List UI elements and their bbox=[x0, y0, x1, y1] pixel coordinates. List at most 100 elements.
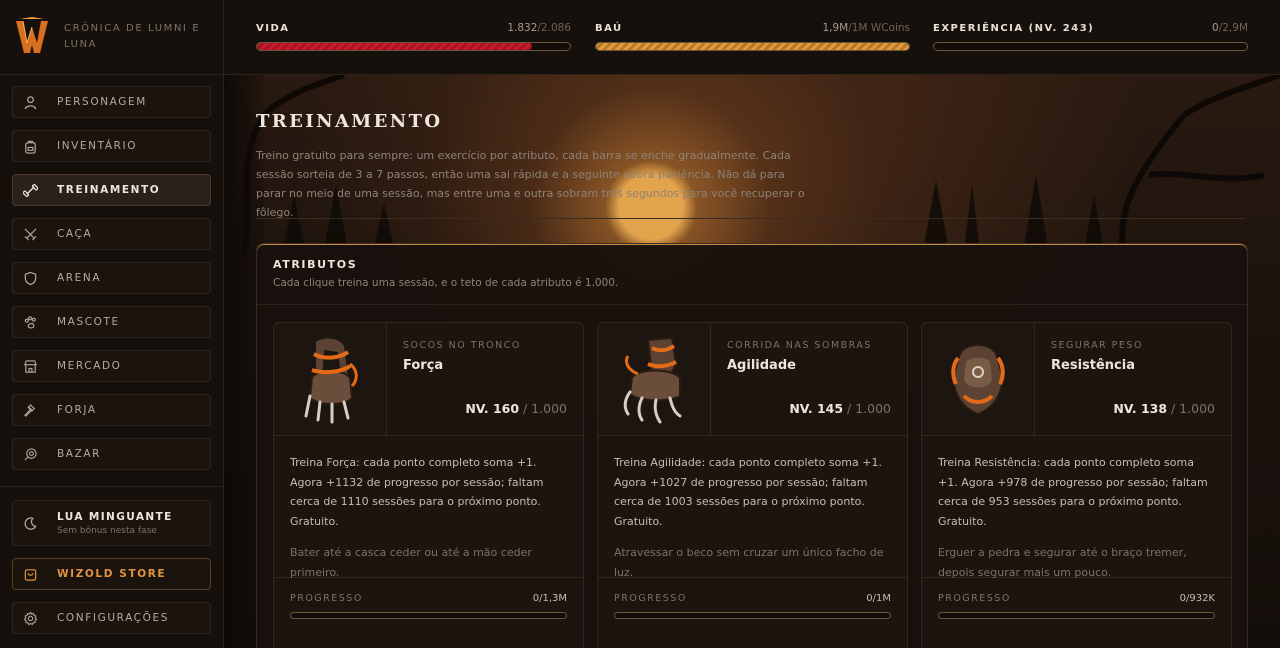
chest-max: /1M WCoins bbox=[848, 22, 910, 34]
card-image bbox=[922, 323, 1035, 435]
card-flavor: Erguer a pedra e segurar até o braço tre… bbox=[938, 546, 1187, 579]
stats-bar: VIDA 1.832/2.086 BAÚ 1,9M/1M WCoins EXPE… bbox=[224, 0, 1280, 75]
store-icon bbox=[23, 359, 38, 374]
sidebar-item-label: Caça bbox=[57, 228, 93, 240]
health-max: /2.086 bbox=[537, 22, 571, 34]
store-label: Wizold Store bbox=[57, 568, 167, 580]
xp-label: EXPERIÊNCIA (NV. 243) bbox=[933, 23, 1095, 34]
card-image bbox=[274, 323, 387, 435]
card-flavor: Atravessar o beco sem cruzar um único fa… bbox=[614, 546, 884, 579]
chest-current: 1,9M bbox=[822, 22, 849, 34]
moon-title: Lua minguante bbox=[57, 510, 173, 523]
sidebar-item-inventario[interactable]: Inventário bbox=[12, 130, 211, 162]
health-bar bbox=[256, 42, 571, 51]
wizold-logo-icon[interactable] bbox=[14, 17, 50, 57]
moon-icon bbox=[23, 516, 38, 531]
level-current: NV. 138 bbox=[1113, 401, 1168, 416]
header-divider bbox=[256, 218, 1246, 219]
chest-stat: BAÚ 1,9M/1M WCoins bbox=[595, 22, 910, 51]
user-icon bbox=[23, 95, 38, 110]
sidebar-item-label: Mascote bbox=[57, 316, 120, 328]
sidebar-item-label: Forja bbox=[57, 404, 97, 416]
card-level: NV. 138 / 1.000 bbox=[1113, 401, 1215, 416]
sidebar-item-caca[interactable]: Caça bbox=[12, 218, 211, 250]
sidebar-item-bazar[interactable]: Bazar bbox=[12, 438, 211, 470]
attribute-card-resistencia[interactable]: Segurar peso Resistência NV. 138 / 1.000… bbox=[921, 322, 1232, 648]
sidebar-bottom: Lua minguante Sem bônus nesta fase Wizol… bbox=[12, 500, 211, 646]
card-description: Treina Agilidade: cada ponto completo so… bbox=[614, 456, 882, 528]
chest-bar bbox=[595, 42, 910, 51]
level-current: NV. 145 bbox=[789, 401, 844, 416]
dumbbell-icon bbox=[23, 183, 38, 198]
attribute-card-agilidade[interactable]: Corrida nas sombras Agilidade NV. 145 / … bbox=[597, 322, 908, 648]
sidebar-item-label: Personagem bbox=[57, 96, 147, 108]
page-description: Treino gratuito para sempre: um exercíci… bbox=[256, 149, 805, 219]
sidebar-item-arena[interactable]: Arena bbox=[12, 262, 211, 294]
moon-text: Lua minguante Sem bônus nesta fase bbox=[57, 511, 173, 536]
moon-phase[interactable]: Lua minguante Sem bônus nesta fase bbox=[12, 500, 211, 546]
hammer-icon bbox=[23, 403, 38, 418]
chest-bar-fill bbox=[596, 43, 909, 50]
card-flavor: Bater até a casca ceder ou até a mão ced… bbox=[290, 546, 532, 579]
shopping-bag-icon bbox=[23, 567, 38, 582]
card-description: Treina Resistência: cada ponto completo … bbox=[938, 456, 1208, 528]
panel-header: ATRIBUTOS Cada clique treina uma sessão,… bbox=[257, 244, 1247, 305]
xp-bar bbox=[933, 42, 1248, 51]
health-bar-fill bbox=[257, 43, 532, 50]
card-level: NV. 145 / 1.000 bbox=[789, 401, 891, 416]
level-max: / 1.000 bbox=[843, 401, 891, 416]
paw-icon bbox=[23, 315, 38, 330]
sidebar-item-mascote[interactable]: Mascote bbox=[12, 306, 211, 338]
card-kicker: Socos no tronco bbox=[403, 340, 521, 351]
sidebar-item-mercado[interactable]: Mercado bbox=[12, 350, 211, 382]
sidebar-item-label: Mercado bbox=[57, 360, 122, 372]
xp-current: 0 bbox=[1212, 22, 1219, 34]
health-value: 1.832/2.086 bbox=[507, 22, 571, 34]
xp-max: /2,9M bbox=[1218, 22, 1248, 34]
backpack-icon bbox=[23, 139, 38, 154]
card-description: Treina Força: cada ponto completo soma +… bbox=[290, 456, 544, 528]
health-current: 1.832 bbox=[507, 22, 538, 34]
sidebar-item-label: Arena bbox=[57, 272, 102, 284]
page-title: TREINAMENTO bbox=[256, 111, 443, 132]
settings-label: Configurações bbox=[57, 612, 169, 624]
attributes-panel: ATRIBUTOS Cada clique treina uma sessão,… bbox=[256, 243, 1248, 648]
card-kicker: Corrida nas sombras bbox=[727, 340, 872, 351]
progress-bar bbox=[614, 612, 891, 619]
progress-label: PROGRESSO bbox=[938, 593, 1011, 604]
wizold-store-button[interactable]: Wizold Store bbox=[12, 558, 211, 590]
sidebar-item-personagem[interactable]: Personagem bbox=[12, 86, 211, 118]
progress-bar bbox=[290, 612, 567, 619]
progress-value: 0/1,3M bbox=[532, 593, 567, 604]
brand: Crônica de Lumni e Luna bbox=[0, 0, 223, 75]
panel-subtitle: Cada clique treina uma sessão, e o teto … bbox=[273, 277, 619, 289]
xp-value: 0/2,9M bbox=[1212, 22, 1248, 34]
gauntlet-icon bbox=[304, 338, 358, 424]
sidebar: Crônica de Lumni e Luna Personagem Inven… bbox=[0, 0, 224, 648]
chest-value: 1,9M/1M WCoins bbox=[822, 22, 910, 34]
brand-title: Crônica de Lumni e Luna bbox=[64, 23, 201, 50]
main-content: TREINAMENTO Treino gratuito para sempre:… bbox=[224, 75, 1280, 648]
sidebar-item-label: Inventário bbox=[57, 140, 138, 152]
sidebar-item-label: Bazar bbox=[57, 448, 102, 460]
page-header: TREINAMENTO Treino gratuito para sempre:… bbox=[256, 111, 1246, 222]
armor-icon bbox=[951, 344, 1005, 416]
coin-tag-icon bbox=[23, 447, 38, 462]
moon-subtitle: Sem bônus nesta fase bbox=[57, 525, 157, 536]
xp-stat: EXPERIÊNCIA (NV. 243) 0/2,9M bbox=[933, 22, 1248, 51]
card-level: NV. 160 / 1.000 bbox=[465, 401, 567, 416]
card-name: Agilidade bbox=[727, 358, 796, 373]
sidebar-item-forja[interactable]: Forja bbox=[12, 394, 211, 426]
settings-button[interactable]: Configurações bbox=[12, 602, 211, 634]
shield-icon bbox=[23, 271, 38, 286]
health-label: VIDA bbox=[256, 23, 290, 34]
sidebar-nav: Personagem Inventário Treinamento Caça A… bbox=[0, 75, 223, 470]
sidebar-item-treinamento[interactable]: Treinamento bbox=[12, 174, 211, 206]
card-name: Resistência bbox=[1051, 358, 1135, 373]
level-max: / 1.000 bbox=[519, 401, 567, 416]
sidebar-item-label: Treinamento bbox=[57, 184, 161, 196]
progress-bar bbox=[938, 612, 1215, 619]
attribute-card-forca[interactable]: Socos no tronco Força NV. 160 / 1.000 Tr… bbox=[273, 322, 584, 648]
progress-value: 0/1M bbox=[866, 593, 891, 604]
chest-label: BAÚ bbox=[595, 23, 623, 34]
